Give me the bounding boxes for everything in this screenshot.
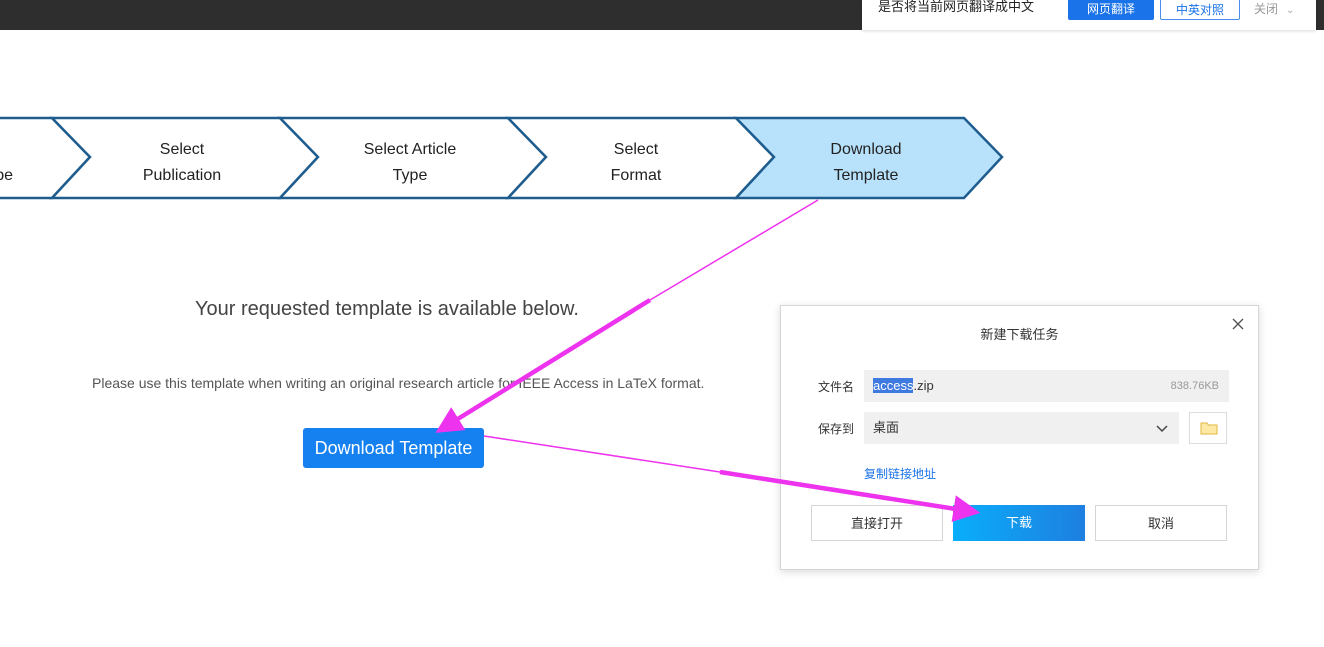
chevron-down-icon: ⌄ [1286,5,1295,16]
save-location-value: 桌面 [873,420,900,435]
save-location-select[interactable]: 桌面 [864,412,1179,444]
filename-extension: .zip [913,378,934,393]
copy-link-address[interactable]: 复制链接地址 [864,465,936,482]
chevron-down-icon [1156,425,1168,433]
cancel-button[interactable]: 取消 [1095,505,1227,541]
step-3-label: Select Article Type [363,141,457,184]
translate-page-button[interactable]: 网页翻译 [1068,0,1154,20]
translate-prompt-bar: 是否将当前网页翻译成中文 网页翻译 中英对照 关闭 ⌄ [862,0,1316,30]
save-to-label: 保存到 [818,422,855,436]
step-4-label: Select Format [610,141,662,184]
filename-selected-text: access [873,378,914,393]
translate-prompt-text: 是否将当前网页翻译成中文 [878,0,1035,14]
new-download-dialog: 新建下载任务 文件名 access.zip 838.76KB 保存到 桌面 复制… [780,305,1259,570]
download-template-button[interactable]: Download Template [303,428,484,468]
open-directly-button[interactable]: 直接打开 [811,505,943,541]
close-translate-label: 关闭 [1254,2,1279,16]
file-size: 838.76KB [1170,380,1219,392]
template-instruction-text: Please use this template when writing an… [92,375,705,391]
step-2-label: Select Publication [142,141,222,184]
dialog-title: 新建下载任务 [980,327,1059,342]
step-1-label: pe [0,167,13,184]
download-button[interactable]: 下载 [953,505,1085,541]
filename-label: 文件名 [818,380,855,394]
bilingual-button[interactable]: 中英对照 [1160,0,1240,20]
browse-folder-button[interactable] [1189,412,1227,444]
close-translate-button[interactable]: 关闭 ⌄ [1254,0,1304,20]
template-available-heading: Your requested template is available bel… [195,298,579,320]
close-icon[interactable] [1228,314,1248,334]
filename-field[interactable]: access.zip 838.76KB [864,370,1229,402]
folder-icon [1200,422,1218,435]
filename-value: access.zip [873,370,934,402]
step-5-label: Download Template [830,141,902,184]
